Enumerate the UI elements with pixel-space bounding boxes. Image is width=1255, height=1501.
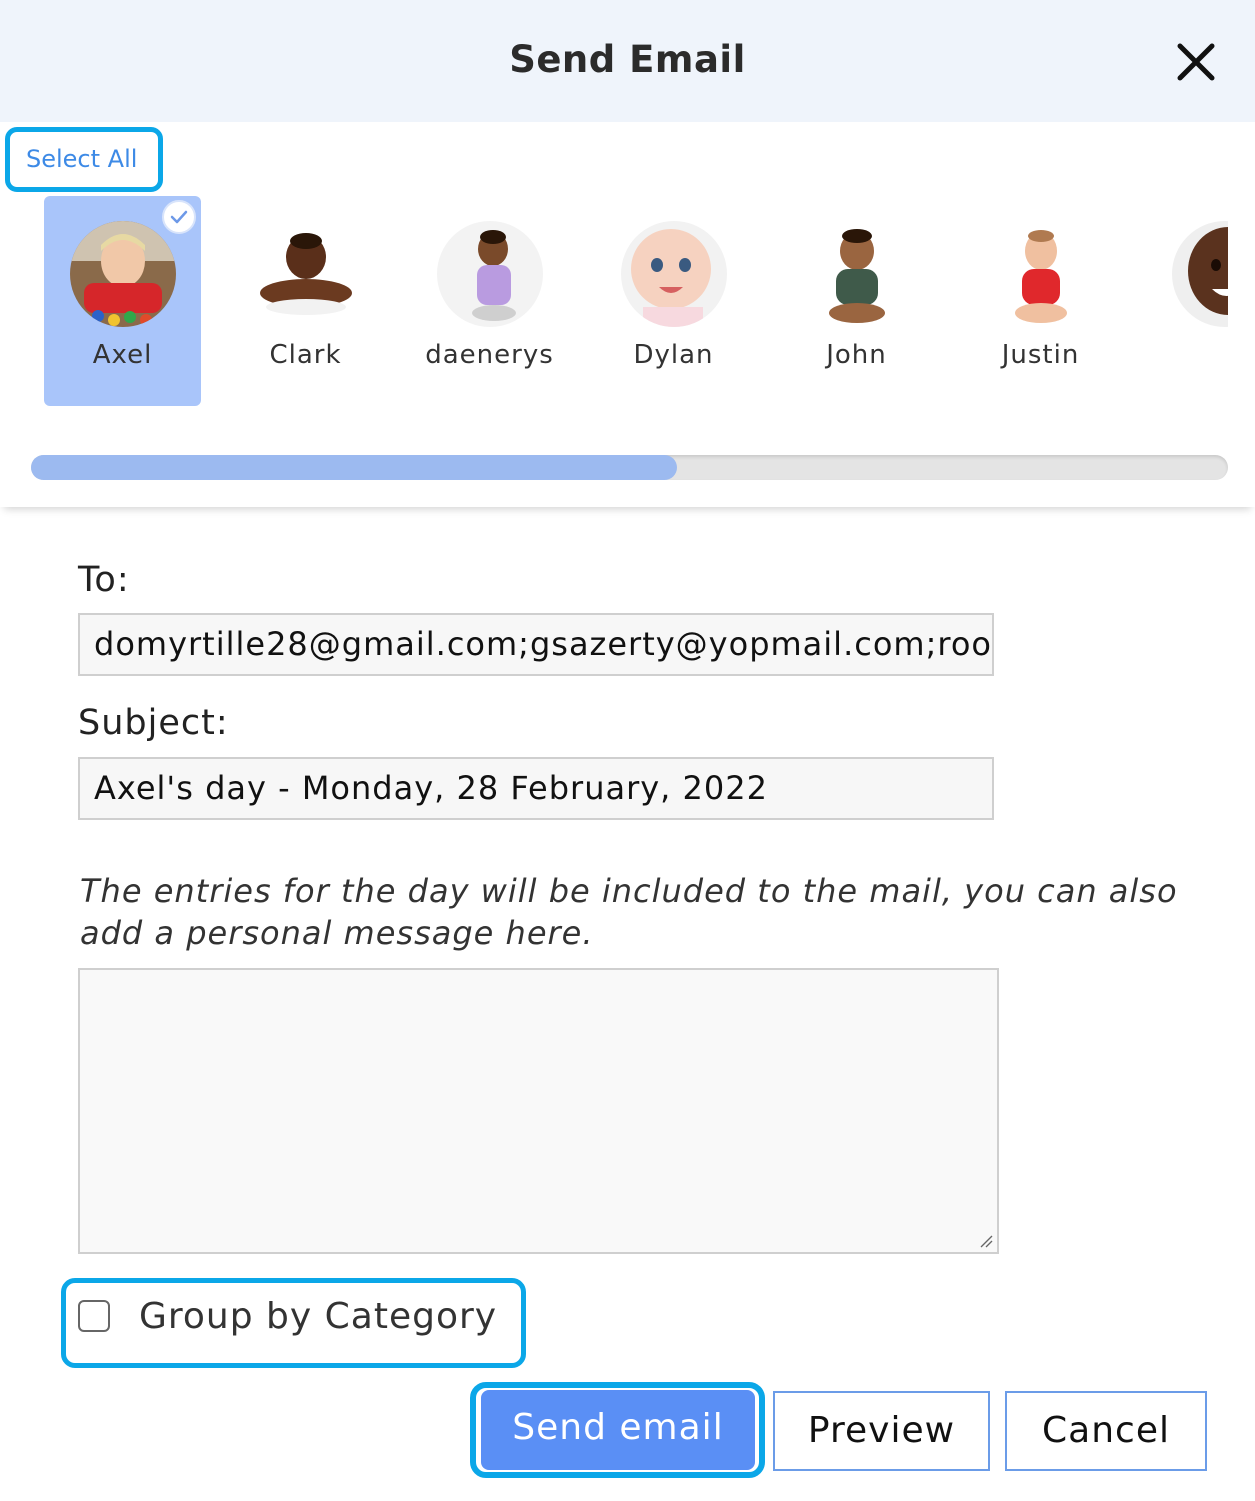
to-field[interactable]: domyrtille28@gmail.com;gsazerty@yopmail.… [78, 613, 994, 676]
child-item-justin[interactable]: Justin [962, 196, 1119, 406]
group-by-category-label[interactable]: Group by Category [139, 1296, 497, 1337]
avatar [988, 221, 1094, 327]
child-name: Axel [92, 340, 153, 370]
carousel-scrollbar[interactable] [31, 455, 1228, 480]
child-item-no[interactable]: No [1146, 196, 1228, 406]
dialog-title: Send Email [509, 38, 746, 81]
child-name: Dylan [633, 340, 714, 370]
avatar [70, 221, 176, 327]
resize-grip-icon[interactable] [979, 1234, 993, 1248]
child-name: daenerys [425, 340, 554, 370]
child-item-dylan[interactable]: Dylan [595, 196, 752, 406]
close-icon [1177, 43, 1215, 81]
subject-field[interactable]: Axel's day - Monday, 28 February, 2022 [78, 757, 994, 820]
child-item-daenerys[interactable]: daenerys [411, 196, 568, 406]
child-name: Justin [1001, 340, 1080, 370]
cancel-button[interactable]: Cancel [1005, 1391, 1207, 1471]
avatar [621, 221, 727, 327]
child-name: John [826, 340, 887, 370]
preview-button[interactable]: Preview [773, 1391, 990, 1471]
dialog-header: Send Email [0, 0, 1255, 122]
check-icon [162, 200, 196, 234]
personal-message-textarea[interactable] [78, 968, 999, 1254]
child-item-john[interactable]: John [778, 196, 935, 406]
child-name: Clark [269, 340, 342, 370]
avatar [1172, 221, 1228, 327]
message-hint: The entries for the day will be included… [80, 872, 1178, 952]
scrollbar-thumb[interactable] [31, 455, 678, 480]
to-label: To: [78, 560, 130, 600]
send-email-button[interactable]: Send email [481, 1390, 755, 1470]
child-item-clark[interactable]: Clark [227, 196, 384, 406]
avatar [437, 221, 543, 327]
avatar [804, 221, 910, 327]
child-carousel: Axel Clark daenerys Dylan John Justin [44, 196, 1228, 406]
child-item-axel[interactable]: Axel [44, 196, 201, 406]
subject-label: Subject: [78, 703, 229, 743]
close-button[interactable] [1172, 38, 1220, 86]
avatar [253, 221, 359, 327]
group-by-category-checkbox[interactable] [78, 1300, 110, 1332]
child-selector: Select All Axel Clark daenerys Dylan Joh… [0, 122, 1255, 507]
select-all-button[interactable]: Select All [5, 127, 163, 192]
